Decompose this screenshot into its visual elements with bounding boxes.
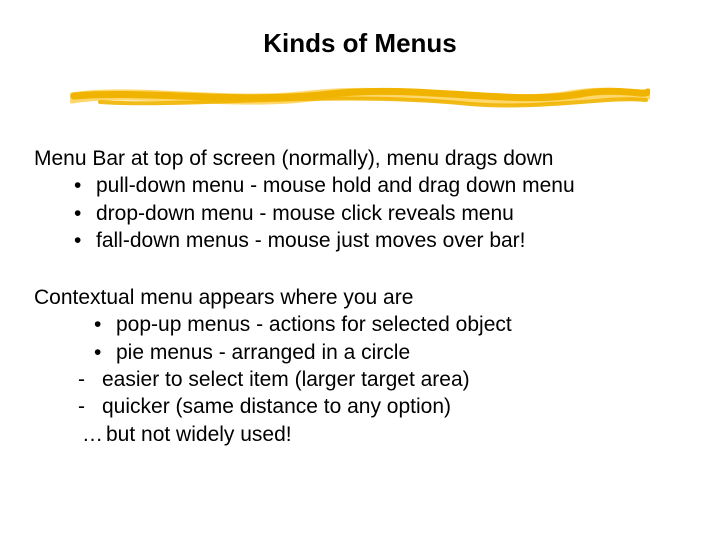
bullet-text: pop-up menus - actions for selected obje…	[116, 311, 512, 338]
bullet-icon: •	[74, 172, 96, 199]
slide: Kinds of Menus Menu Bar at top of screen…	[0, 0, 720, 540]
bullet-text: fall-down menus - mouse just moves over …	[96, 227, 526, 254]
list-item: • pie menus - arranged in a circle	[34, 339, 694, 366]
bullet-icon: •	[94, 339, 116, 366]
list-item: • pull-down menu - mouse hold and drag d…	[34, 172, 694, 199]
list-item: … but not widely used!	[34, 421, 694, 448]
bullet-text: pull-down menu - mouse hold and drag dow…	[96, 172, 575, 199]
bullet-icon: •	[74, 200, 96, 227]
ellipsis-icon: …	[82, 421, 106, 448]
spacer	[34, 254, 694, 284]
section-2-heading: Contextual menu appears where you are	[34, 284, 694, 311]
dash-text: easier to select item (larger target are…	[102, 366, 470, 393]
list-item: - quicker (same distance to any option)	[34, 393, 694, 420]
list-item: • fall-down menus - mouse just moves ove…	[34, 227, 694, 254]
list-item: • pop-up menus - actions for selected ob…	[34, 311, 694, 338]
title-underline-brush	[70, 82, 650, 110]
dash-icon: -	[78, 366, 102, 393]
dash-icon: -	[78, 393, 102, 420]
list-item: • drop-down menu - mouse click reveals m…	[34, 200, 694, 227]
bullet-text: drop-down menu - mouse click reveals men…	[96, 200, 514, 227]
bullet-icon: •	[94, 311, 116, 338]
dash-text: quicker (same distance to any option)	[102, 393, 451, 420]
tail-text: but not widely used!	[106, 421, 292, 448]
bullet-text: pie menus - arranged in a circle	[116, 339, 410, 366]
section-1-heading: Menu Bar at top of screen (normally), me…	[34, 145, 694, 172]
slide-title: Kinds of Menus	[0, 28, 720, 59]
list-item: - easier to select item (larger target a…	[34, 366, 694, 393]
slide-body: Menu Bar at top of screen (normally), me…	[34, 145, 694, 448]
bullet-icon: •	[74, 227, 96, 254]
